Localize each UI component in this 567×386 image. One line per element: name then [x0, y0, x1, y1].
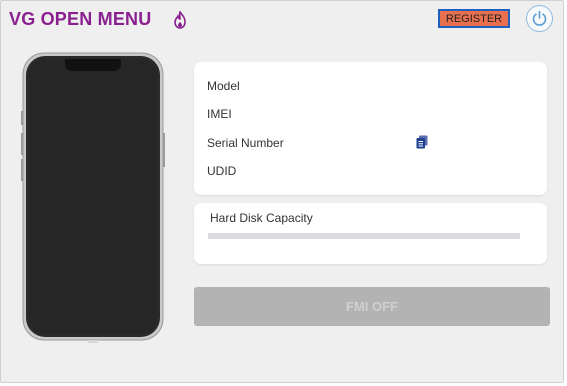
device-info-card: Model IMEI Serial Number UDID: [194, 62, 547, 195]
app-window: VG OPEN MENU REGISTER Model IMEI Serial …: [0, 0, 564, 383]
register-button[interactable]: REGISTER: [438, 9, 510, 28]
model-label: Model: [207, 79, 240, 93]
flame-icon: [174, 11, 186, 29]
fmi-off-button[interactable]: FMI OFF: [194, 287, 550, 326]
app-title: VG OPEN MENU: [9, 9, 152, 29]
copy-icon[interactable]: [416, 135, 428, 149]
disk-capacity-bar: [208, 233, 520, 239]
power-icon: [532, 10, 547, 26]
udid-label: UDID: [207, 164, 237, 178]
disk-capacity-label: Hard Disk Capacity: [210, 211, 313, 225]
phone-illustration: [21, 52, 165, 343]
imei-label: IMEI: [207, 107, 232, 121]
power-button[interactable]: [526, 5, 553, 32]
disk-capacity-card: Hard Disk Capacity: [194, 203, 547, 264]
serial-number-label: Serial Number: [207, 136, 284, 150]
